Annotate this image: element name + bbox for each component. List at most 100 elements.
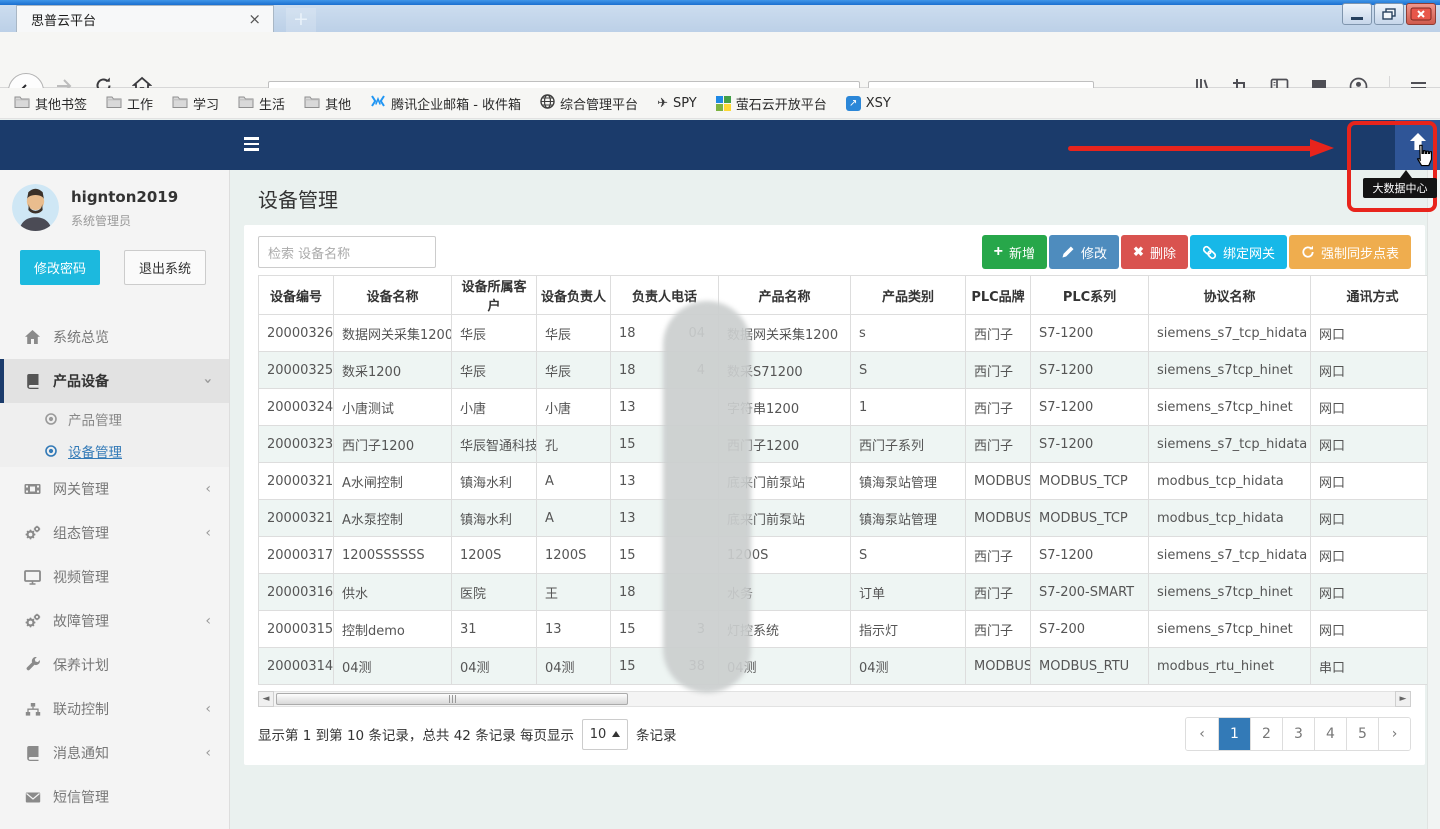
monitor-icon	[24, 569, 41, 585]
column-header[interactable]: PLC品牌	[966, 276, 1031, 315]
sidebar-subitem-设备管理[interactable]: 设备管理	[0, 435, 229, 467]
bookmark-item[interactable]: 综合管理平台	[540, 94, 638, 113]
sidebar-item-组态管理[interactable]: 组态管理‹	[0, 511, 229, 555]
column-header[interactable]: 协议名称	[1149, 276, 1311, 315]
page-button-›[interactable]: ›	[1378, 718, 1410, 750]
column-header[interactable]: 产品类别	[851, 276, 966, 315]
column-header[interactable]: 设备编号	[259, 276, 334, 315]
sidebar-subitem-产品管理[interactable]: 产品管理	[0, 403, 229, 435]
column-header[interactable]: 负责人电话	[611, 276, 719, 315]
bookmark-item[interactable]: 萤石云开放平台	[716, 94, 827, 113]
table-cell: 网口	[1311, 537, 1435, 574]
toolbar-button-新增[interactable]: +新增	[982, 235, 1047, 269]
horizontal-scrollbar[interactable]: ◄ ►	[258, 690, 1411, 707]
sidebar-item-label: 产品设备	[53, 371, 109, 391]
sidebar: hignton2019 系统管理员 修改密码 退出系统 系统总览产品设备‹产品管…	[0, 170, 230, 829]
page-button-4[interactable]: 4	[1314, 718, 1346, 750]
sidebar-item-视频管理[interactable]: 视频管理	[0, 555, 229, 599]
device-search-input[interactable]: 检索 设备名称	[258, 236, 436, 268]
bookmark-item[interactable]: ✈SPY	[657, 96, 697, 111]
bookmark-item[interactable]: 其他	[304, 94, 351, 113]
logout-button[interactable]: 退出系统	[124, 250, 206, 285]
phone-value: 1538	[619, 659, 705, 674]
sidebar-item-产品设备[interactable]: 产品设备‹	[0, 359, 229, 403]
table-row[interactable]: 200003211A水泵控制镇海水利A13底来门前泵站镇海泵站管理MODBUSM…	[259, 500, 1435, 537]
bookmarks-bar: 其他书签 工作学习生活其他腾讯企业邮箱 - 收件箱综合管理平台 ✈SPY 萤石云开放平…	[0, 88, 1440, 119]
sidebar-item-label: 组态管理	[53, 523, 109, 543]
sidebar-item-消息通知[interactable]: 消息通知‹	[0, 731, 229, 775]
sidebar-item-网关管理[interactable]: 网关管理‹	[0, 467, 229, 511]
page-button-3[interactable]: 3	[1282, 718, 1314, 750]
new-tab-button[interactable]: +	[286, 8, 316, 32]
sidebar-item-系统总览[interactable]: 系统总览	[0, 315, 229, 359]
sidebar-item-故障管理[interactable]: 故障管理‹	[0, 599, 229, 643]
table-cell: 镇海水利	[452, 500, 537, 537]
restore-button[interactable]	[1374, 3, 1404, 25]
page-button-2[interactable]: 2	[1250, 718, 1282, 750]
table-row[interactable]: 200003152控制demo3113153灯控系统指示灯西门子S7-200si…	[259, 611, 1435, 648]
phone-suffix: 4	[697, 363, 705, 378]
table-row[interactable]: 200003260数据网关采集1200华辰华辰1804数据网关采集1200s西门…	[259, 315, 1435, 352]
plus-icon: +	[994, 243, 1003, 261]
bookmark-label: 工作	[127, 94, 153, 113]
avatar[interactable]	[12, 184, 59, 235]
table-cell: 网口	[1311, 352, 1435, 389]
column-header[interactable]: 产品名称	[719, 276, 851, 315]
table-row[interactable]: 200003165供水医院王18水务订单西门子S7-200-SMARTsieme…	[259, 574, 1435, 611]
scroll-right-icon[interactable]: ►	[1395, 691, 1411, 707]
table-cell: 1804	[611, 315, 719, 352]
record-summary: 显示第 1 到第 10 条记录，总共 42 条记录 每页显示	[258, 724, 574, 744]
bookmark-item[interactable]: 其他书签	[14, 94, 87, 113]
column-header[interactable]: 设备负责人	[537, 276, 611, 315]
browser-tab[interactable]: 思普云平台 ×	[16, 5, 274, 32]
toolbar-button-label: 强制同步点表	[1321, 243, 1399, 262]
device-panel: 检索 设备名称 +新增修改✖删除绑定网关 强制同步点表 设备编号设备名称设备所属客…	[244, 225, 1425, 765]
annotation-arrow-line	[1068, 146, 1316, 151]
sidebar-item-保养计划[interactable]: 保养计划	[0, 643, 229, 687]
toolbar-button-删除[interactable]: ✖删除	[1121, 235, 1188, 269]
column-header[interactable]: 设备名称	[334, 276, 452, 315]
column-header[interactable]: PLC系列	[1031, 276, 1149, 315]
page-size-select[interactable]: 10	[582, 719, 628, 750]
table-row[interactable]: 200003212A水闸控制镇海水利A13底来门前泵站镇海泵站管理MODBUSM…	[259, 463, 1435, 500]
scroll-left-icon[interactable]: ◄	[258, 691, 274, 707]
toolbar-button-绑定网关[interactable]: 绑定网关	[1190, 235, 1287, 269]
column-header[interactable]: 设备所属客户	[452, 276, 537, 315]
table-row[interactable]: 200003256数采1200华辰华辰184数采S71200S西门子S7-120…	[259, 352, 1435, 389]
page-button-1[interactable]: 1	[1218, 718, 1250, 750]
page-scrollbar[interactable]	[1427, 170, 1440, 829]
sidebar-collapse-icon[interactable]	[244, 137, 259, 151]
tab-close-icon[interactable]: ×	[244, 10, 265, 28]
table-cell: 1200S	[719, 537, 851, 574]
bookmark-item[interactable]: 工作	[106, 94, 153, 113]
x-icon: ✖	[1133, 244, 1144, 260]
bookmark-item[interactable]: 腾讯企业邮箱 - 收件箱	[370, 94, 521, 113]
minimize-button[interactable]	[1342, 3, 1372, 25]
bookmark-item[interactable]: 生活	[238, 94, 285, 113]
column-header[interactable]: 通讯方式	[1311, 276, 1435, 315]
sidebar-item-短信管理[interactable]: 短信管理	[0, 775, 229, 819]
phone-value: 153	[619, 622, 705, 637]
scrollbar-thumb[interactable]	[276, 693, 628, 705]
sidebar-item-联动控制[interactable]: 联动控制‹	[0, 687, 229, 731]
toolbar-button-强制同步点表[interactable]: 强制同步点表	[1289, 235, 1411, 269]
toolbar-button-修改[interactable]: 修改	[1049, 235, 1119, 269]
page-button-5[interactable]: 5	[1346, 718, 1378, 750]
table-row[interactable]: 2000031771200SSSSSS1200S1200S151200SS西门子…	[259, 537, 1435, 574]
table-cell: siemens_s7_tcp_hidata	[1149, 426, 1311, 463]
scrollbar-track[interactable]	[274, 691, 1395, 707]
close-button[interactable]	[1406, 3, 1436, 25]
bookmark-item[interactable]: ↗XSY	[846, 96, 891, 111]
table-cell: A	[537, 463, 611, 500]
bookmark-item[interactable]: 学习	[172, 94, 219, 113]
phone-value: 15	[619, 548, 705, 563]
chevron-icon: ‹	[205, 701, 211, 717]
table-row[interactable]: 20000314904测04测04测153804测04测MODBUSMODBUS…	[259, 648, 1435, 685]
table-row[interactable]: 200003248小唐测试小唐小唐13字符串12001西门子S7-1200sie…	[259, 389, 1435, 426]
pencil-icon	[1061, 245, 1075, 259]
page-button-‹[interactable]: ‹	[1186, 718, 1218, 750]
change-password-button[interactable]: 修改密码	[20, 250, 100, 285]
table-cell: 153	[611, 611, 719, 648]
table-row[interactable]: 200003230西门子1200华辰智通科技孔15西门子1200西门子系列西门子…	[259, 426, 1435, 463]
table-cell: 1200S	[452, 537, 537, 574]
